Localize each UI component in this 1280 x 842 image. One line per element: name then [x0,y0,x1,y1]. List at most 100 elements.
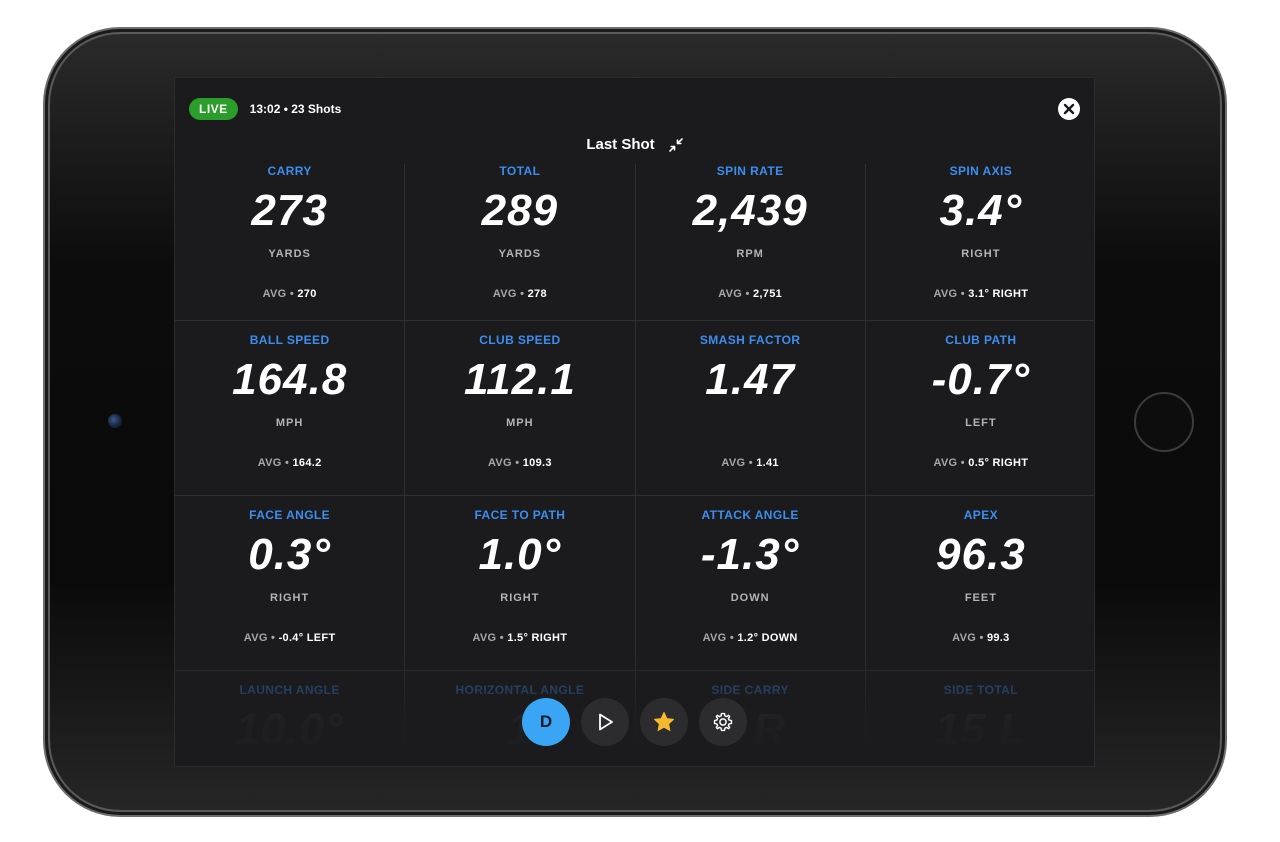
metric-label: FACE TO PATH [474,508,566,522]
metric-unit: DOWN [730,592,770,604]
metric-label: CLUB SPEED [479,333,561,347]
metric-tile-club-speed[interactable]: CLUB SPEED 112.1 MPH AVG • 109.3 [405,321,636,496]
metric-tile-total[interactable]: TOTAL 289 YARDS AVG • 278 [405,164,636,321]
metric-unit: RIGHT [961,248,1001,260]
club-select-button[interactable]: D [522,698,570,746]
metric-label: SIDE TOTAL [943,683,1018,697]
metric-average: AVG • 164.2 [175,457,404,469]
metric-label: ATTACK ANGLE [701,508,799,522]
avg-prefix: AVG • [487,457,523,469]
metric-tile-smash-factor[interactable]: SMASH FACTOR 1.47 AVG • 1.41 [635,321,866,496]
avg-prefix: AVG • [933,457,969,469]
avg-prefix: AVG • [933,288,969,300]
replay-button[interactable] [581,698,629,746]
metric-value: 2,439 [692,186,808,235]
avg-prefix: AVG • [243,632,279,644]
metric-value: 96.3 [936,530,1026,579]
avg-value: 1.5° RIGHT [507,632,568,644]
metric-tile-side-total[interactable]: SIDE TOTAL 15 L [866,671,1094,766]
session-info: 13:02 • 23 Shots [249,102,342,116]
metric-value: 164.8 [232,355,348,404]
club-label: D [539,712,553,731]
app-screen: LIVE 13:02 • 23 Shots Last Shot CARRY 27… [174,77,1095,767]
metric-unit: YARDS [498,248,542,260]
metric-tile-spin-rate[interactable]: SPIN RATE 2,439 RPM AVG • 2,751 [635,164,866,321]
avg-prefix: AVG • [721,457,757,469]
avg-value: 270 [297,288,317,300]
metric-unit: FEET [964,592,997,604]
metric-value: -0.7° [931,355,1031,404]
metric-unit: RIGHT [270,592,310,604]
metric-average: AVG • 1.2° DOWN [636,632,865,644]
metric-unit: RPM [736,248,764,260]
metric-tile-face-angle[interactable]: FACE ANGLE 0.3° RIGHT AVG • -0.4° LEFT [175,496,406,671]
metric-unit: RIGHT [500,592,540,604]
favorite-button[interactable] [640,698,688,746]
metric-label: SPIN RATE [716,164,784,178]
avg-value: 109.3 [522,457,552,469]
metric-label: CARRY [267,164,312,178]
metric-tile-apex[interactable]: APEX 96.3 FEET AVG • 99.3 [865,496,1094,671]
gear-icon [713,712,733,732]
metric-unit: LEFT [965,417,997,429]
play-icon [599,713,613,731]
metric-tile-ball-speed[interactable]: BALL SPEED 164.8 MPH AVG • 164.2 [175,321,406,496]
metric-tile-face-to-path[interactable]: FACE TO PATH 1.0° RIGHT AVG • 1.5° RIGHT [405,496,636,671]
metrics-grid: CARRY 273 YARDS AVG • 270 TOTAL 289 YARD… [175,164,1094,766]
page-title: Last Shot [175,136,1094,153]
avg-prefix: AVG • [718,288,753,300]
metric-label: BALL SPEED [249,333,330,347]
metric-label: LAUNCH ANGLE [239,683,340,697]
metric-average: AVG • 1.5° RIGHT [405,632,634,644]
metric-tile-carry[interactable]: CARRY 273 YARDS AVG • 270 [175,164,406,321]
metric-average: AVG • 1.41 [636,457,865,469]
metric-average: AVG • 2,751 [636,288,865,300]
metric-average: AVG • 109.3 [405,457,634,469]
metric-tile-attack-angle[interactable]: ATTACK ANGLE -1.3° DOWN AVG • 1.2° DOWN [635,496,866,671]
metric-value: 273 [251,186,328,235]
metric-label: SMASH FACTOR [699,333,801,347]
bottom-dock: D [522,698,747,746]
metric-label: SIDE CARRY [711,683,789,697]
page-title-text: Last Shot [586,136,655,153]
metric-value: 1.0° [478,530,562,579]
settings-button[interactable] [699,698,747,746]
home-button[interactable] [1134,392,1194,452]
metric-tile-spin-axis[interactable]: SPIN AXIS 3.4° RIGHT AVG • 3.1° RIGHT [865,164,1094,321]
avg-prefix: AVG • [472,632,508,644]
avg-value: 1.41 [756,457,779,469]
close-icon [1063,103,1075,115]
metric-unit: YARDS [268,248,311,260]
star-icon [654,712,674,731]
avg-value: 278 [527,288,547,300]
metric-value: 10.0° [235,705,344,754]
metric-value: -1.3° [700,530,800,579]
compress-icon[interactable] [668,137,683,152]
metric-average: AVG • 278 [405,288,634,300]
metric-unit: MPH [506,417,534,429]
metric-tile-launch-angle[interactable]: LAUNCH ANGLE 10.0° [175,671,406,766]
session-bar: LIVE 13:02 • 23 Shots [189,98,341,120]
metric-value: 1.47 [705,355,795,404]
avg-value: 2,751 [753,288,783,300]
avg-value: 0.5° RIGHT [968,457,1029,469]
avg-prefix: AVG • [257,457,293,469]
avg-prefix: AVG • [492,288,528,300]
metric-value: 0.3° [248,530,331,579]
avg-value: 3.1° RIGHT [968,288,1029,300]
metric-average: AVG • 0.5° RIGHT [866,457,1094,469]
close-button[interactable] [1058,98,1080,120]
metric-label: CLUB PATH [945,333,1017,347]
metric-average: AVG • 270 [175,288,404,300]
metric-unit: MPH [275,417,304,429]
metric-tile-club-path[interactable]: CLUB PATH -0.7° LEFT AVG • 0.5° RIGHT [865,321,1094,496]
metric-value: 15 L [934,705,1027,754]
live-badge: LIVE [189,98,238,120]
avg-value: 99.3 [986,632,1010,644]
metric-value: 3.4° [939,186,1023,235]
avg-value: 164.2 [292,457,322,469]
avg-value: -0.4° LEFT [278,632,336,644]
metric-value: 289 [481,186,559,235]
metric-value: 112.1 [463,355,576,404]
metric-label: HORIZONTAL ANGLE [455,683,585,697]
